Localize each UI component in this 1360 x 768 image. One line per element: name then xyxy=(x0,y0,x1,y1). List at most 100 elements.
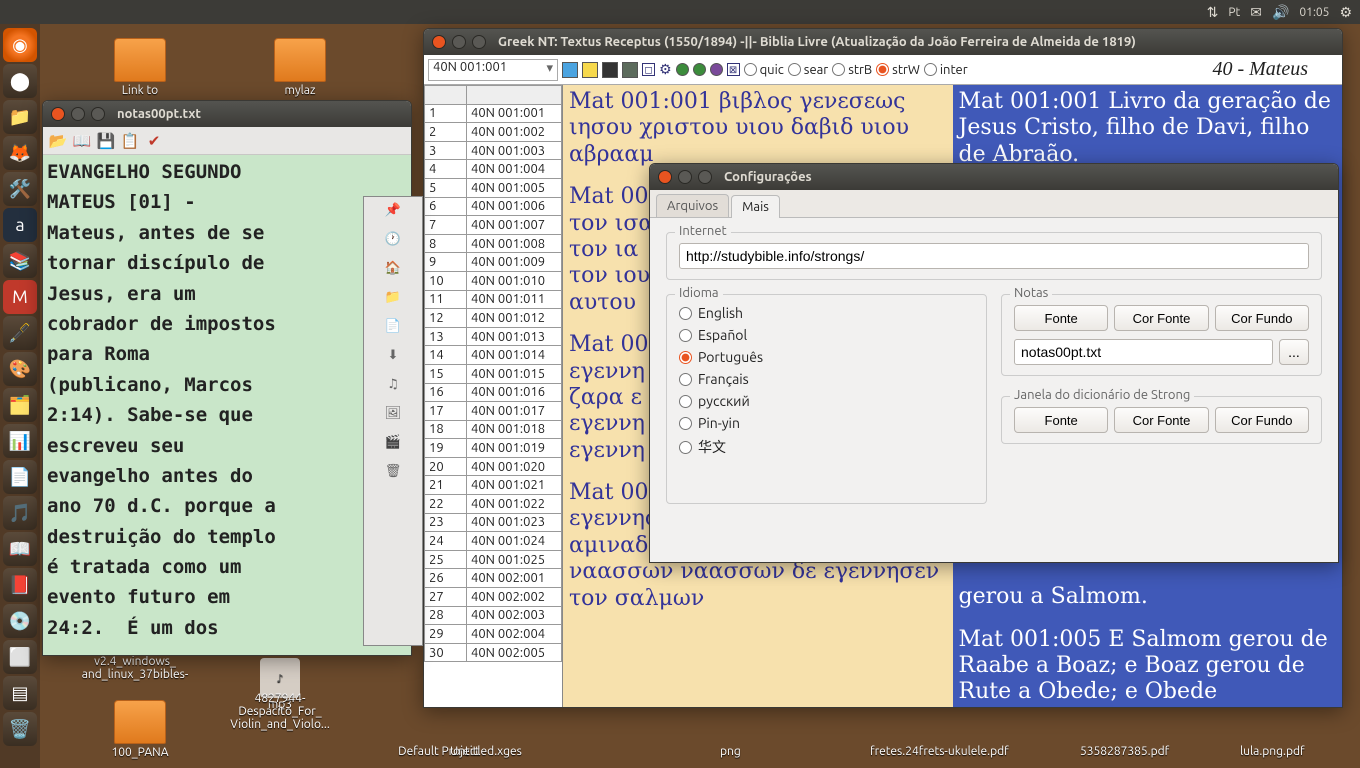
verse-row[interactable]: 240N 001:002 xyxy=(425,123,562,142)
home-icon[interactable]: 🏠 xyxy=(385,261,401,276)
trash-icon[interactable]: 🗑️ xyxy=(3,712,37,746)
clock-icon[interactable]: 🕐 xyxy=(385,232,401,247)
verse-row[interactable]: 1740N 001:017 xyxy=(425,402,562,421)
launcher-item[interactable]: 📕 xyxy=(3,568,37,602)
launcher-item[interactable]: 🖋️ xyxy=(3,316,37,350)
trash-icon[interactable]: 🗑 xyxy=(385,464,402,479)
launcher-item[interactable]: 🦊 xyxy=(3,136,37,170)
verse-row[interactable]: 1440N 001:014 xyxy=(425,346,562,365)
verse-row[interactable]: 2740N 002:002 xyxy=(425,588,562,607)
launcher-item[interactable]: 📚 xyxy=(3,244,37,278)
verse-row[interactable]: 140N 001:001 xyxy=(425,104,562,123)
verse-row[interactable]: 2640N 002:001 xyxy=(425,569,562,588)
radio-inter[interactable]: inter xyxy=(924,63,968,77)
folder-icon[interactable]: 📁 xyxy=(385,290,401,305)
radio-quic[interactable]: quic xyxy=(744,63,784,77)
verse-row[interactable]: 2240N 001:022 xyxy=(425,495,562,514)
verse-row[interactable]: 1640N 001:016 xyxy=(425,383,562,402)
minimize-button[interactable] xyxy=(678,170,692,184)
notas-browse-button[interactable]: ... xyxy=(1279,339,1309,365)
verse-row[interactable]: 2340N 001:023 xyxy=(425,513,562,532)
tab-mais[interactable]: Mais xyxy=(731,195,780,218)
mail-icon[interactable]: ✉ xyxy=(1250,4,1262,21)
book-icon[interactable]: 📖 xyxy=(73,132,91,150)
verse-row[interactable]: 2040N 001:020 xyxy=(425,457,562,476)
lang-francais[interactable]: Français xyxy=(679,371,974,387)
tool-circle-green[interactable] xyxy=(693,63,706,76)
launcher-item[interactable]: ▤ xyxy=(3,676,37,710)
verse-row[interactable]: 440N 001:004 xyxy=(425,160,562,179)
internet-url-input[interactable] xyxy=(679,243,1309,269)
launcher-item[interactable]: 🗂️ xyxy=(3,388,37,422)
keyboard-layout-indicator[interactable]: Pt xyxy=(1228,6,1240,19)
launcher-item[interactable]: 🎨 xyxy=(3,352,37,386)
open-icon[interactable]: 📂 xyxy=(49,132,67,150)
download-icon[interactable]: ⬇ xyxy=(388,348,399,363)
radio-strw[interactable]: strW xyxy=(876,63,920,77)
verse-row[interactable]: 540N 001:005 xyxy=(425,178,562,197)
desktop-label[interactable]: fretes.24frets-ukulele.pdf xyxy=(870,745,1009,758)
tool-circle-green[interactable] xyxy=(676,63,689,76)
color-button-dark[interactable] xyxy=(602,62,618,78)
notas-fonte-button[interactable]: Fonte xyxy=(1014,305,1108,331)
pin-icon[interactable]: 📌 xyxy=(385,203,401,218)
save-icon[interactable]: 💾 xyxy=(97,132,115,150)
color-button-gray[interactable] xyxy=(622,62,638,78)
tool-button[interactable]: ◻ xyxy=(642,63,655,76)
copy-icon[interactable]: 📋 xyxy=(121,132,139,150)
desktop-label[interactable]: lula.png.pdf xyxy=(1240,745,1305,758)
lang-pinyin[interactable]: Pin-yin xyxy=(679,415,974,431)
notas-corfonte-button[interactable]: Cor Fonte xyxy=(1114,305,1208,331)
verse-row[interactable]: 340N 001:003 xyxy=(425,141,562,160)
launcher-item[interactable]: 🎵 xyxy=(3,496,37,530)
desktop-folder[interactable]: Link to xyxy=(80,38,200,97)
lang-russian[interactable]: русский xyxy=(679,393,974,409)
verse-row[interactable]: 840N 001:008 xyxy=(425,234,562,253)
launcher-item[interactable]: M xyxy=(3,280,37,314)
verse-row[interactable]: 1340N 001:013 xyxy=(425,327,562,346)
launcher-item[interactable]: ⬤ xyxy=(3,64,37,98)
verse-row[interactable]: 1840N 001:018 xyxy=(425,420,562,439)
verse-row[interactable]: 940N 001:009 xyxy=(425,253,562,272)
verse-row[interactable]: 1040N 001:010 xyxy=(425,271,562,290)
clock[interactable]: 01:05 xyxy=(1299,6,1329,19)
bible-titlebar[interactable]: Greek NT: Textus Receptus (1550/1894) -|… xyxy=(424,29,1342,55)
doc-icon[interactable]: 📄 xyxy=(385,319,401,334)
gear-icon[interactable]: ⚙ xyxy=(1339,4,1352,21)
verse-row[interactable]: 2440N 001:024 xyxy=(425,532,562,551)
desktop-label[interactable]: Default ProjectUntitled.xges xyxy=(370,745,550,758)
dash-icon[interactable]: ◉ xyxy=(3,28,37,62)
minimize-button[interactable] xyxy=(452,35,466,49)
tool-button[interactable]: ⊠ xyxy=(727,63,740,76)
radio-strb[interactable]: strB xyxy=(832,63,872,77)
maximize-button[interactable] xyxy=(472,35,486,49)
verse-row[interactable]: 1540N 001:015 xyxy=(425,364,562,383)
verse-row[interactable]: 2140N 001:021 xyxy=(425,476,562,495)
lang-espanol[interactable]: Español xyxy=(679,327,974,343)
launcher-item[interactable]: 📖 xyxy=(3,532,37,566)
verse-row[interactable]: 640N 001:006 xyxy=(425,197,562,216)
desktop-folder[interactable]: 100_PANA xyxy=(80,700,200,759)
launcher-item[interactable]: 📁 xyxy=(3,100,37,134)
picture-icon[interactable]: 🖼 xyxy=(385,406,402,421)
verse-row[interactable]: 2840N 002:003 xyxy=(425,606,562,625)
strong-corfonte-button[interactable]: Cor Fonte xyxy=(1114,407,1208,433)
lang-chinese[interactable]: 华文 xyxy=(679,437,974,457)
color-button-blue[interactable] xyxy=(562,62,578,78)
notas-corfundo-button[interactable]: Cor Fundo xyxy=(1215,305,1309,331)
notas-file-input[interactable] xyxy=(1014,339,1273,365)
verse-index-table[interactable]: 140N 001:001240N 001:002340N 001:003440N… xyxy=(424,85,563,707)
lang-portugues[interactable]: Português xyxy=(679,349,974,365)
notes-text-area[interactable]: EVANGELHO SEGUNDO MATEUS [01] - Mateus, … xyxy=(43,155,411,655)
config-titlebar[interactable]: Configurações xyxy=(650,164,1338,190)
verse-row[interactable]: 1140N 001:011 xyxy=(425,290,562,309)
launcher-item[interactable]: 📊 xyxy=(3,424,37,458)
notes-titlebar[interactable]: notas00pt.txt xyxy=(43,101,411,127)
color-button-yellow[interactable] xyxy=(582,62,598,78)
volume-icon[interactable]: 🔊 xyxy=(1272,4,1289,21)
verse-row[interactable]: 2540N 001:025 xyxy=(425,550,562,569)
check-icon[interactable]: ✔ xyxy=(145,132,163,150)
launcher-item[interactable]: 💿 xyxy=(3,604,37,638)
settings-icon[interactable]: ⚙ xyxy=(659,61,672,78)
maximize-button[interactable] xyxy=(698,170,712,184)
